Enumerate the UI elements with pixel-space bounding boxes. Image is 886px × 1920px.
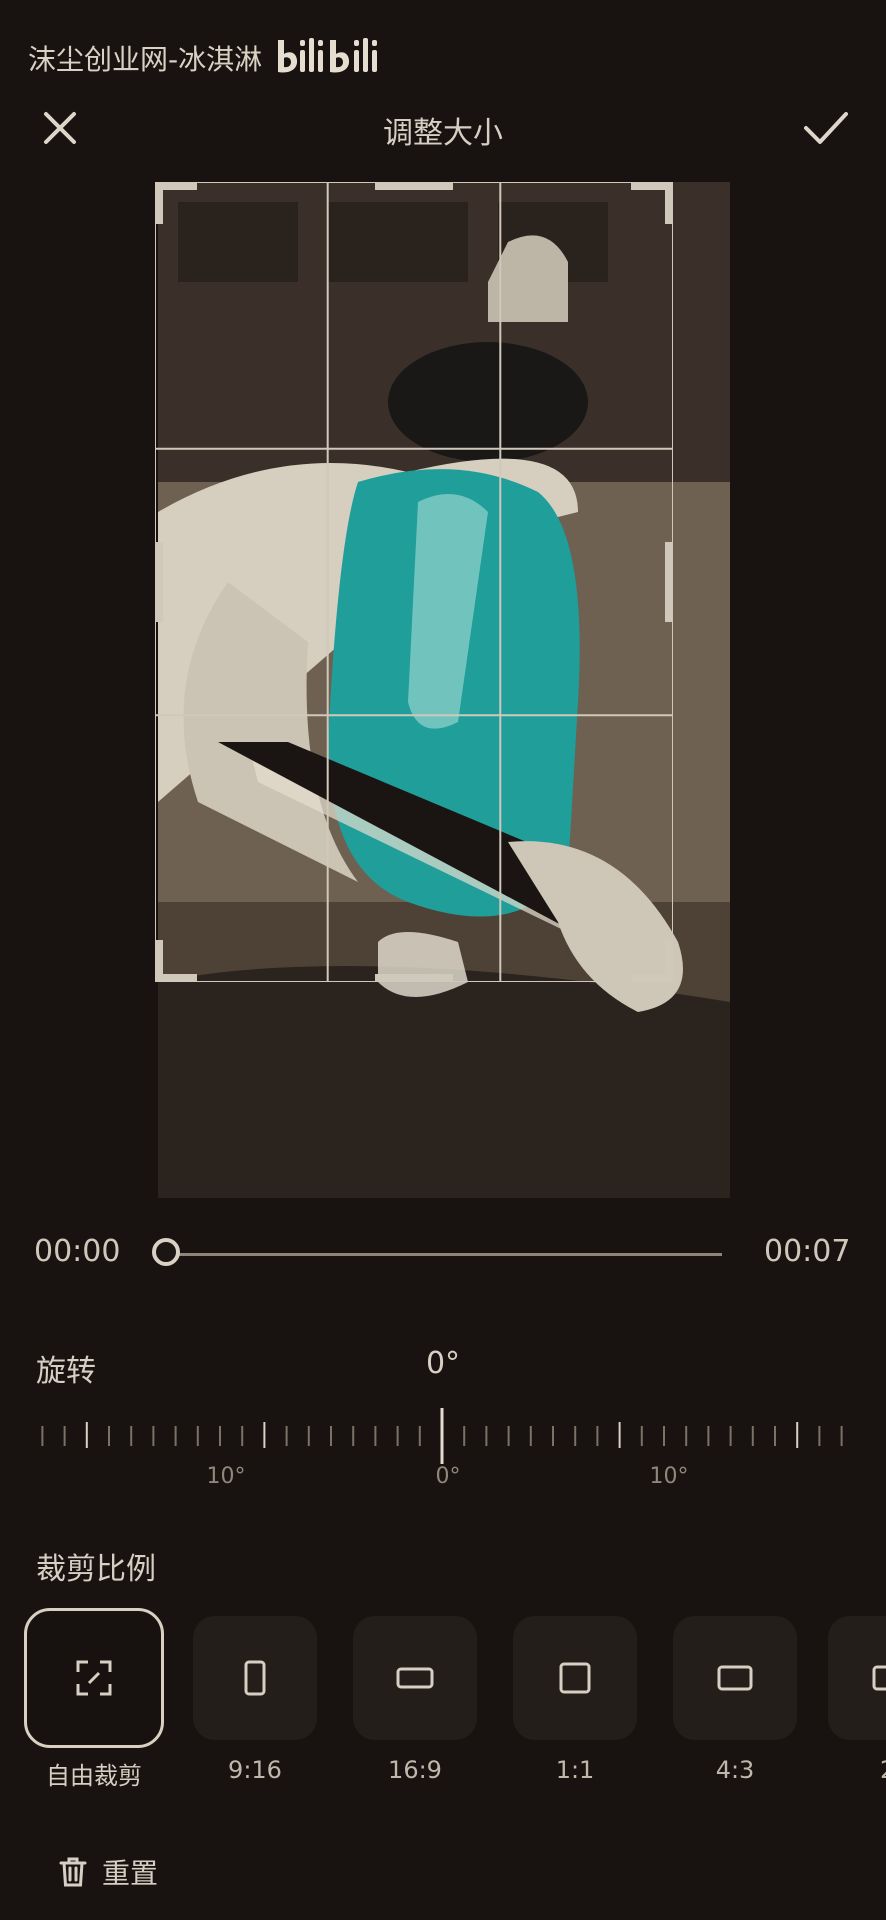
rotation-ruler[interactable] — [40, 1408, 846, 1468]
time-end: 00:07 — [764, 1234, 851, 1269]
watermark-text: 沫尘创业网-冰淇淋 — [28, 43, 263, 76]
ratio-option-9-16[interactable]: 9:16 — [189, 1616, 321, 1784]
landscape-rect-icon — [396, 1667, 434, 1689]
trash-icon — [59, 1857, 87, 1887]
watermark: 沫尘创业网-冰淇淋 — [28, 34, 398, 82]
crop-ratio-label: 裁剪比例 — [36, 1552, 156, 1587]
ratio-option-4-3[interactable]: 4:3 — [669, 1616, 801, 1784]
rotation-tick-label: 10° — [649, 1464, 689, 1489]
reset-label: 重置 — [102, 1857, 159, 1890]
ratio-option-1-1[interactable]: 1:1 — [509, 1616, 641, 1784]
ratio-option-16-9[interactable]: 16:9 — [349, 1616, 481, 1784]
bilibili-logo — [278, 38, 378, 73]
ratio-option-box — [828, 1616, 886, 1740]
ratio-option-box — [193, 1616, 317, 1740]
portrait-rect-icon — [244, 1660, 266, 1696]
free-crop-icon — [76, 1660, 112, 1696]
landscape-rect-icon — [872, 1665, 886, 1691]
rotation-tick-label: 10° — [206, 1464, 246, 1489]
ratio-option-label: 16:9 — [388, 1756, 442, 1784]
timeline-track[interactable] — [168, 1253, 722, 1256]
ratio-option-box — [673, 1616, 797, 1740]
rotate-value: 0° — [425, 1346, 461, 1381]
page-title: 调整大小 — [383, 116, 503, 151]
ratio-option-label: 自由裁剪 — [46, 1762, 142, 1790]
ratio-option-box — [353, 1616, 477, 1740]
time-start: 00:00 — [34, 1234, 121, 1269]
ratio-option-box — [24, 1608, 164, 1748]
confirm-check-icon[interactable] — [800, 106, 852, 150]
ratio-option-label: 9:16 — [228, 1756, 282, 1784]
timeline-scrubber[interactable] — [152, 1238, 180, 1266]
square-icon — [559, 1662, 591, 1694]
rotation-tick-label: 0° — [435, 1464, 461, 1489]
ratio-option-label: 1:1 — [555, 1756, 595, 1784]
ratio-option-partial[interactable]: 2 — [828, 1616, 886, 1784]
ratio-option-label: 4:3 — [715, 1756, 755, 1784]
crop-frame[interactable] — [155, 182, 673, 982]
ratio-option-free[interactable]: 自由裁剪 — [24, 1608, 164, 1791]
ratio-option-box — [513, 1616, 637, 1740]
landscape-rect-icon — [717, 1665, 753, 1691]
reset-button[interactable]: 重置 — [58, 1852, 158, 1892]
ratio-option-label: 2 — [828, 1756, 886, 1784]
